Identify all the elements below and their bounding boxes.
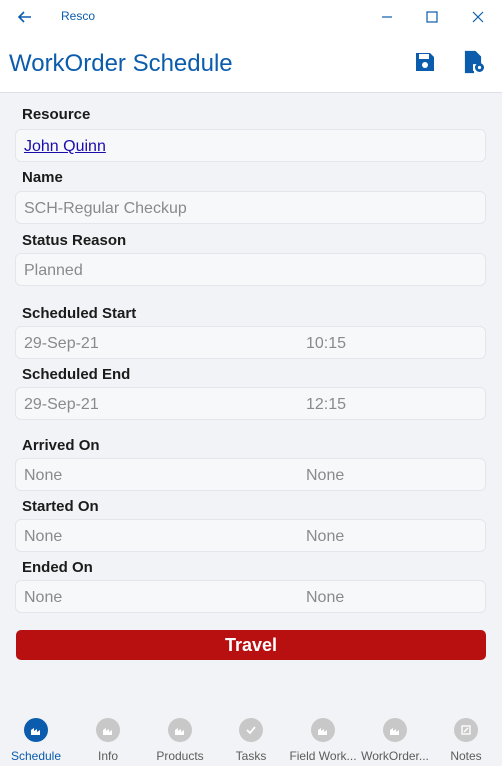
status-reason-field[interactable]: Planned [15,253,486,286]
travel-button[interactable]: Travel [16,630,486,660]
tab-products-label: Products [156,749,204,763]
started-on-label: Started On [22,498,99,515]
resource-field[interactable]: John Quinn [15,129,486,162]
ended-on-label: Ended On [22,559,93,576]
maximize-icon [426,11,438,23]
notes-icon [454,718,478,742]
maximize-button[interactable] [421,6,443,28]
close-icon [472,11,484,23]
arrived-on-time[interactable]: None [306,467,344,485]
scheduled-start-date[interactable]: 29-Sep-21 [24,335,99,353]
scheduled-start-time[interactable]: 10:15 [306,335,346,353]
tab-schedule[interactable]: Schedule [0,710,72,766]
tab-field-work-label: Field Work... [289,749,357,763]
info-icon [96,718,120,742]
tasks-check-icon [239,718,263,742]
ended-on-field[interactable]: None None [15,580,486,613]
travel-button-label: Travel [224,634,278,655]
tab-products[interactable]: Products [144,710,216,766]
page-title: WorkOrder Schedule [9,50,233,77]
scheduled-end-time[interactable]: 12:15 [306,396,346,414]
schedule-icon [24,718,48,742]
name-label: Name [22,169,63,186]
products-icon [168,718,192,742]
status-reason-label: Status Reason [22,232,127,249]
page-header: WorkOrder Schedule [0,34,502,93]
tab-tasks-label: Tasks [235,749,267,763]
tab-schedule-label: Schedule [10,749,62,763]
close-button[interactable] [467,6,489,28]
started-on-time[interactable]: None [306,528,344,546]
tab-info-label: Info [97,749,118,763]
status-reason-value: Planned [24,262,83,279]
tab-workorder[interactable]: WorkOrder... [359,710,431,766]
minimize-button[interactable] [376,6,398,28]
ended-on-date[interactable]: None [24,589,62,607]
arrived-on-label: Arrived On [22,437,100,454]
tab-field-work[interactable]: Field Work... [287,710,359,766]
resource-label: Resource [22,106,91,123]
tab-info[interactable]: Info [72,710,144,766]
resource-link[interactable]: John Quinn [24,138,106,156]
scheduled-end-field[interactable]: 29-Sep-21 12:15 [15,387,486,420]
tab-notes-label: Notes [450,749,482,763]
started-on-date[interactable]: None [24,528,62,546]
tab-workorder-label: WorkOrder... [361,749,429,763]
scheduled-start-label: Scheduled Start [22,305,137,322]
started-on-field[interactable]: None None [15,519,486,552]
scheduled-start-field[interactable]: 29-Sep-21 10:15 [15,326,486,359]
name-value: SCH-Regular Checkup [24,200,187,217]
name-field[interactable]: SCH-Regular Checkup [15,191,486,224]
workorder-icon [383,718,407,742]
tab-notes[interactable]: Notes [430,710,502,766]
scheduled-end-date[interactable]: 29-Sep-21 [24,396,99,414]
field-work-icon [311,718,335,742]
ended-on-time[interactable]: None [306,589,344,607]
bottom-tab-bar: Schedule Info Products Tasks Field Work.… [0,710,502,766]
document-settings-icon[interactable] [462,50,486,74]
app-name: Resco [61,9,96,23]
back-arrow-icon[interactable] [15,7,35,27]
arrived-on-field[interactable]: None None [15,458,486,491]
save-icon[interactable] [413,50,437,74]
scheduled-end-label: Scheduled End [22,366,131,383]
arrived-on-date[interactable]: None [24,467,62,485]
minimize-icon [382,16,392,18]
tab-tasks[interactable]: Tasks [215,710,287,766]
window-titlebar: Resco [0,0,502,34]
